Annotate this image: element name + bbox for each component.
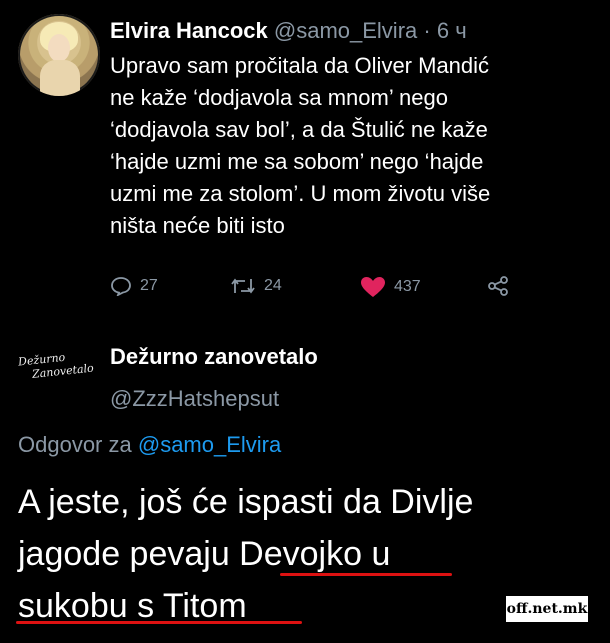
reply-text-line: A jeste, još će ispasti da Divlje: [18, 483, 474, 521]
tweet-text-line: ‘dodjavola sav bol’, a da Štulić ne kaže: [110, 117, 488, 142]
retweet-icon: [231, 278, 255, 294]
tweet-text-line: ‘hajde uzmi me sa sobom’ nego ‘hajde: [110, 149, 484, 174]
reply-author-name[interactable]: Dežurno zanovetalo: [110, 344, 318, 370]
tweet-original: Elvira Hancock @samo_Elvira · 6 ч Upravo…: [0, 0, 610, 330]
author-name[interactable]: Elvira Hancock: [110, 18, 268, 43]
reply-icon: [111, 277, 131, 296]
avatar-elvira[interactable]: [18, 14, 100, 96]
share-icon: [488, 276, 508, 296]
tweet-actions: 27 24 437: [0, 276, 610, 306]
reply-button[interactable]: 27: [110, 276, 158, 296]
tweet-text: Upravo sam pročitala da Oliver Mandić ne…: [110, 50, 570, 242]
red-underline: [280, 573, 452, 576]
tweet-time[interactable]: 6 ч: [437, 18, 467, 43]
tweet-header: Elvira Hancock @samo_Elvira · 6 ч: [110, 18, 467, 44]
avatar-dezurno[interactable]: Dežurno Zanovetalo: [18, 351, 95, 392]
retweet-count: 24: [264, 277, 282, 294]
tweet-text-line: ne kaže ‘dodjavola sa mnom’ nego: [110, 85, 448, 110]
watermark: off.net.mk: [506, 596, 588, 622]
share-button[interactable]: [487, 276, 509, 296]
retweet-button[interactable]: 24: [230, 276, 282, 296]
heart-icon: [361, 277, 385, 297]
tweet-text-line: Upravo sam pročitala da Oliver Mandić: [110, 53, 490, 78]
reply-author-handle[interactable]: @ZzzHatshepsut: [110, 386, 318, 412]
replying-to-mention[interactable]: @samo_Elvira: [138, 432, 281, 457]
like-count: 437: [394, 278, 421, 295]
replying-to-label: Odgovor za: [18, 432, 132, 457]
avatar-face: [48, 34, 70, 62]
tweet-text-line: ništa neće biti isto: [110, 213, 285, 238]
tweet-text-line: uzmi me za stolom’. U mom životu više: [110, 181, 491, 206]
separator-dot: ·: [423, 18, 431, 43]
reply-header: Dežurno zanovetalo @ZzzHatshepsut: [110, 344, 318, 412]
red-underline: [16, 621, 302, 624]
like-button[interactable]: 437: [360, 276, 421, 298]
author-handle[interactable]: @samo_Elvira: [274, 18, 417, 43]
avatar-body: [40, 60, 80, 96]
replying-to: Odgovor za @samo_Elvira: [18, 432, 281, 458]
reply-count: 27: [140, 277, 158, 294]
